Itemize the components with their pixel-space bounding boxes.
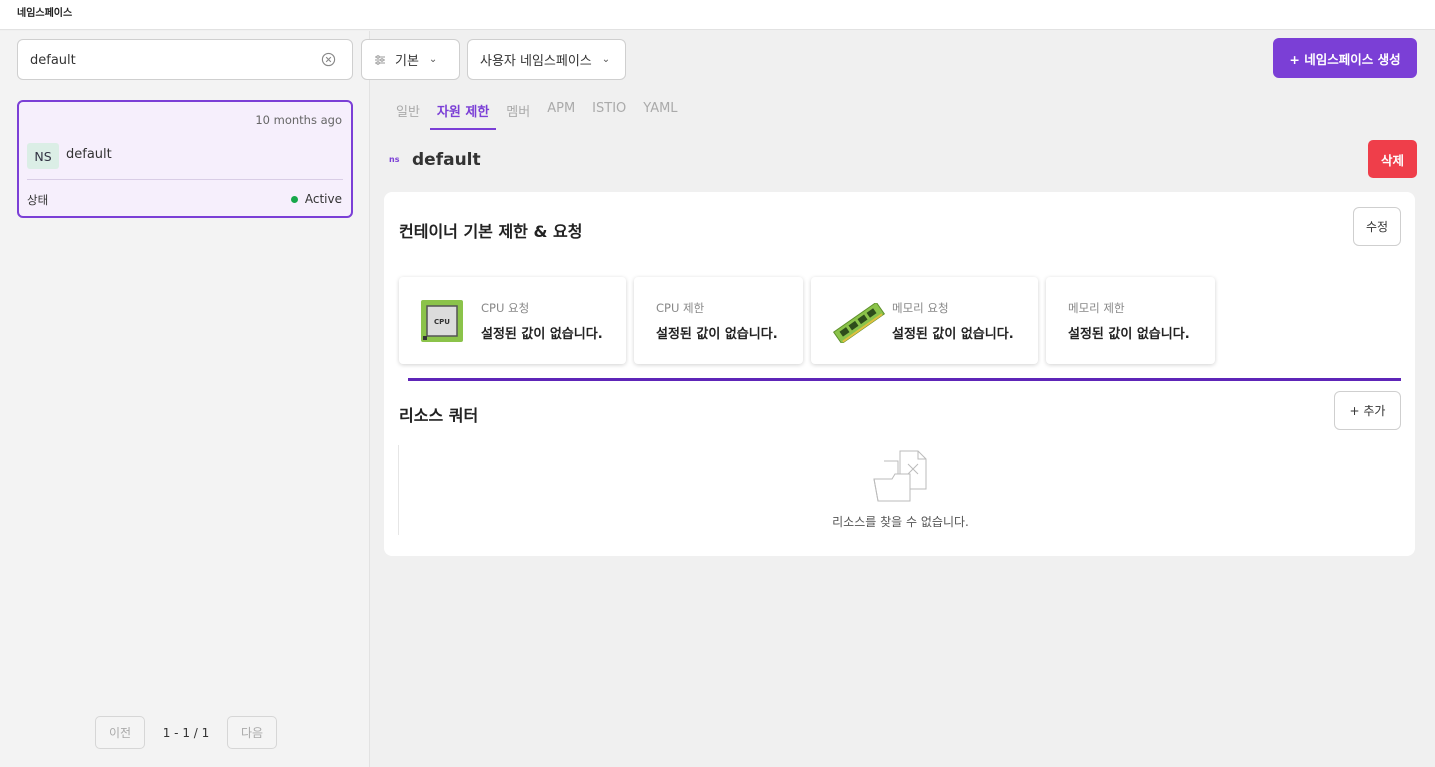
search-input[interactable]: [30, 50, 310, 70]
tab-yaml[interactable]: YAML: [643, 96, 677, 130]
delete-button[interactable]: 삭제: [1368, 140, 1417, 178]
limits-section-title: 컨테이너 기본 제한 & 요청: [399, 222, 583, 241]
quota-section-title: 리소스 쿼터: [399, 406, 479, 425]
metric-label: CPU 제한: [656, 301, 705, 315]
namespace-type-label: 사용자 네임스페이스: [480, 54, 592, 69]
cpu-chip-label: CPU: [434, 318, 450, 326]
search-box[interactable]: [17, 39, 353, 80]
edit-button[interactable]: 수정: [1353, 207, 1401, 246]
cpu-request-card: CPU CPU 요청 설정된 값이 없습니다.: [399, 277, 626, 364]
namespace-avatar: NS: [27, 143, 59, 169]
namespace-title: default: [412, 150, 481, 170]
metric-value: 설정된 값이 없습니다.: [1068, 327, 1190, 342]
page-title: 네임스페이스: [17, 8, 73, 19]
namespace-card[interactable]: 10 months ago NS default 상태 Active: [17, 100, 353, 218]
quota-empty-state: 리소스를 찾을 수 없습니다.: [398, 445, 1401, 535]
namespace-name: default: [66, 147, 112, 162]
memory-request-card: 메모리 요청 설정된 값이 없습니다.: [811, 277, 1038, 364]
empty-message: 리소스를 찾을 수 없습니다.: [832, 515, 969, 529]
tab-istio[interactable]: ISTIO: [592, 96, 626, 130]
top-bar: 네임스페이스: [0, 0, 1435, 30]
next-page-button[interactable]: 다음: [227, 716, 277, 749]
namespace-type-dropdown[interactable]: 사용자 네임스페이스 ⌄: [467, 39, 626, 80]
create-namespace-button[interactable]: + 네임스페이스 생성: [1273, 38, 1417, 78]
tab-apm[interactable]: APM: [547, 96, 575, 130]
cpu-icon: CPU: [421, 300, 463, 342]
status-label: 상태: [27, 193, 49, 207]
metric-label: 메모리 요청: [892, 301, 949, 315]
card-divider: [27, 179, 343, 180]
status-dot-icon: [290, 195, 298, 203]
status-badge: Active: [290, 192, 342, 206]
tab-resource-limits[interactable]: 자원 제한: [429, 96, 497, 130]
filter-icon: [375, 54, 385, 65]
add-quota-button[interactable]: + 추가: [1334, 391, 1401, 430]
memory-limit-card: 메모리 제한 설정된 값이 없습니다.: [1046, 277, 1215, 364]
created-time: 10 months ago: [255, 113, 342, 127]
detail-tabs: 일반 자원 제한 멤버 APM ISTIO YAML: [396, 96, 695, 130]
metric-value: 설정된 값이 없습니다.: [481, 327, 603, 342]
chevron-down-icon: ⌄: [428, 54, 438, 65]
clear-icon[interactable]: [321, 52, 336, 67]
section-divider: [408, 378, 1401, 381]
metric-label: 메모리 제한: [1068, 301, 1125, 315]
namespace-badge: ns: [389, 155, 400, 164]
page-info: 1 - 1 / 1: [162, 725, 210, 740]
status-text: Active: [304, 192, 342, 206]
tab-members[interactable]: 멤버: [506, 96, 530, 130]
cpu-limit-card: CPU 제한 설정된 값이 없습니다.: [634, 277, 803, 364]
memory-icon: [832, 303, 886, 343]
empty-folder-icon: [873, 450, 927, 502]
resource-limits-card: 컨테이너 기본 제한 & 요청 수정 CPU CPU 요청 설정된 값이 없습니…: [384, 192, 1415, 556]
chevron-down-icon: ⌄: [601, 54, 611, 65]
view-filter-dropdown[interactable]: 기본 ⌄: [361, 39, 460, 80]
metric-value: 설정된 값이 없습니다.: [656, 327, 778, 342]
filter-label: 기본: [395, 54, 419, 69]
pagination: 이전 1 - 1 / 1 다음: [95, 716, 277, 749]
metric-label: CPU 요청: [481, 301, 530, 315]
tab-general[interactable]: 일반: [396, 96, 420, 130]
metric-value: 설정된 값이 없습니다.: [892, 327, 1014, 342]
prev-page-button[interactable]: 이전: [95, 716, 145, 749]
